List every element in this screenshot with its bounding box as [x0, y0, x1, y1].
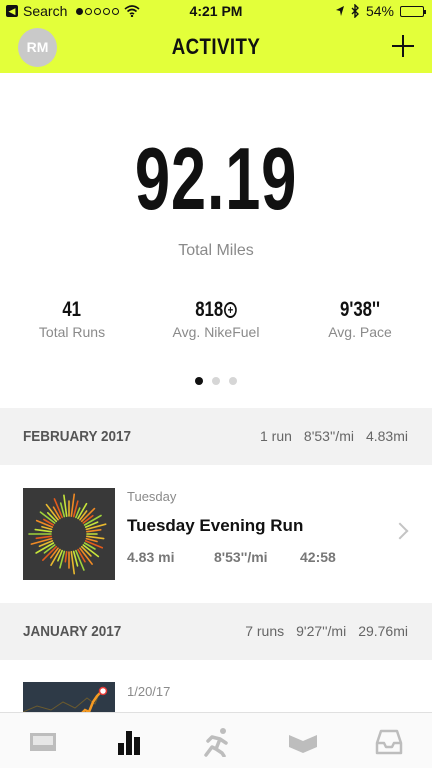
month-summary: 1 run 8'53''/mi 4.83mi — [260, 428, 408, 444]
burst-ray — [41, 525, 53, 531]
burst-ray — [70, 493, 76, 517]
month-distance: 4.83mi — [365, 428, 408, 444]
total-miles-label: Total Miles — [178, 242, 254, 259]
stat-total-runs: 41 Total Runs — [0, 298, 144, 340]
stat-label: Total Runs — [38, 324, 106, 340]
stat-value: 818 + — [195, 298, 237, 322]
header: RM ACTIVITY — [0, 22, 432, 73]
achievements-icon — [289, 735, 317, 753]
chevron-right-icon[interactable] — [391, 522, 409, 540]
tab-inbox[interactable] — [369, 727, 409, 757]
month-title: JANUARY 2017 — [23, 623, 122, 640]
location-arrow-icon — [335, 6, 344, 16]
runner-icon — [204, 728, 228, 758]
run-day: 1/20/17 — [127, 684, 171, 699]
nikefuel-icon: + — [224, 302, 237, 318]
burst-ray — [70, 551, 76, 575]
run-duration: 42:58 — [300, 549, 336, 565]
tab-activity[interactable] — [110, 727, 150, 757]
add-activity-button[interactable] — [392, 35, 414, 57]
burst-ray — [86, 535, 105, 540]
month-title: FEBRUARY 2017 — [23, 428, 132, 445]
run-map-thumbnail — [22, 682, 115, 712]
tab-achievements[interactable] — [283, 727, 323, 757]
run-burst-graphic — [28, 493, 107, 575]
status-bar: ◀ Search 4:21 PM 54% — [0, 0, 432, 22]
battery-percent: 54% — [365, 3, 394, 19]
month-avg-pace: 8'53''/mi — [303, 428, 354, 444]
run-name: Tuesday Evening Run — [127, 516, 304, 535]
month-summary: 7 runs 9'27''/mi 29.76mi — [245, 623, 408, 639]
stat-value-number: 818 — [195, 298, 224, 321]
tab-bar — [0, 712, 432, 768]
burst-ray — [35, 535, 52, 540]
feed-icon — [30, 733, 56, 751]
month-distance: 29.76mi — [358, 623, 408, 639]
tab-run[interactable] — [196, 727, 236, 758]
page-dot-active[interactable] — [195, 377, 203, 385]
bluetooth-icon — [351, 4, 359, 18]
run-distance: 4.83 mi — [127, 549, 175, 565]
status-right: 54% — [335, 3, 426, 19]
page-dot[interactable] — [212, 377, 220, 385]
run-pace: 8'53''/mi — [214, 549, 268, 565]
page-dot[interactable] — [229, 377, 237, 385]
stat-value: 9'38'' — [339, 298, 381, 321]
stat-label: Avg. NikeFuel — [172, 324, 260, 340]
route-map-graphic — [22, 682, 115, 712]
page-title: ACTIVITY — [171, 34, 261, 59]
month-header-february: FEBRUARY 2017 1 run 8'53''/mi 4.83mi — [0, 408, 432, 465]
burst-ray — [63, 494, 68, 517]
month-header-january: JANUARY 2017 7 runs 9'27''/mi 29.76mi — [0, 603, 432, 660]
tab-feed[interactable] — [23, 727, 63, 757]
run-day: Tuesday — [127, 489, 177, 504]
run-list-item[interactable]: 1/20/17 — [0, 660, 432, 712]
battery-icon — [400, 5, 426, 17]
month-run-count: 7 runs — [245, 623, 285, 639]
inbox-icon — [375, 729, 403, 755]
burst-ray — [86, 529, 102, 533]
stat-avg-pace: 9'38'' Avg. Pace — [288, 298, 432, 340]
stat-value: 41 — [62, 298, 82, 321]
page-indicator[interactable] — [0, 377, 432, 385]
stat-label: Avg. Pace — [328, 324, 392, 340]
activity-bars-icon — [118, 731, 140, 755]
month-run-count: 1 run — [260, 428, 292, 444]
run-map-thumbnail — [23, 488, 115, 580]
app-header-bar: ◀ Search 4:21 PM 54% RM ACTIVITY — [0, 0, 432, 73]
month-avg-pace: 9'27''/mi — [296, 623, 347, 639]
burst-ray — [64, 551, 68, 563]
stat-avg-nikefuel: 818 + Avg. NikeFuel — [144, 298, 288, 340]
burst-ray — [34, 528, 52, 533]
total-miles-value: 92.19 — [134, 129, 298, 228]
